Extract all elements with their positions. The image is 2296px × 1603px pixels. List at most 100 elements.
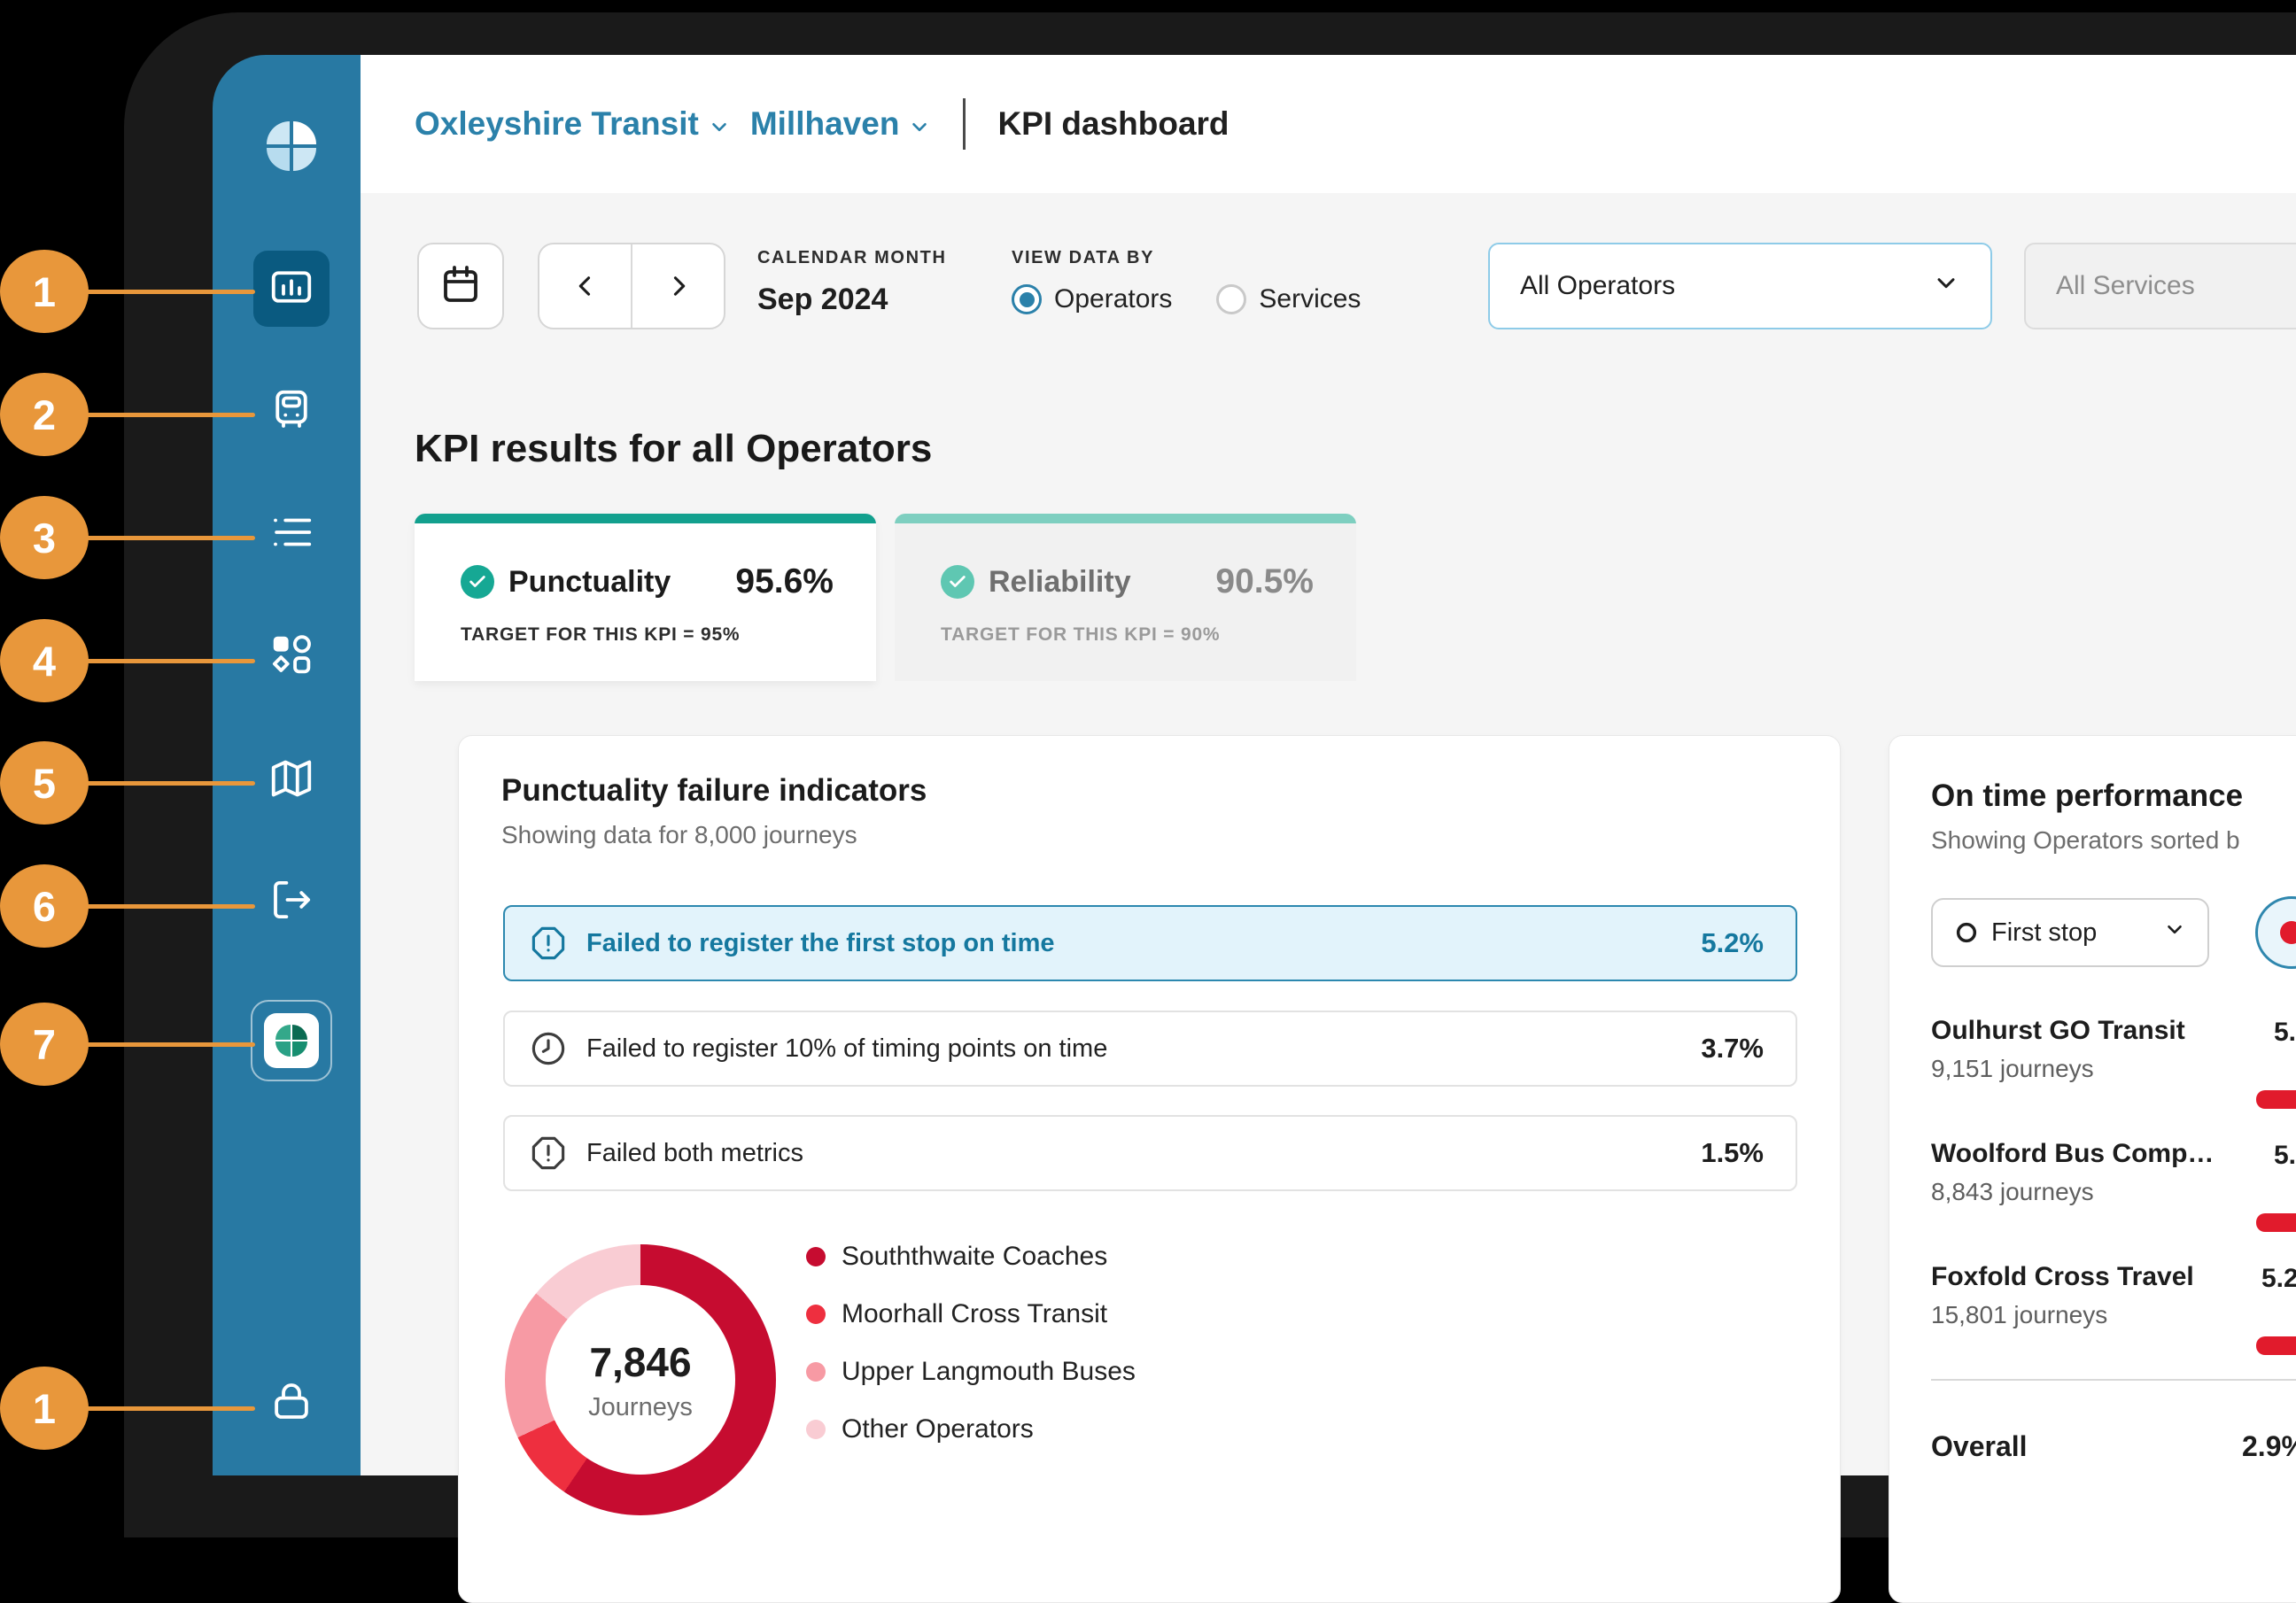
sidebar-item-vehicles[interactable] xyxy=(253,374,330,450)
tab-target: TARGET FOR THIS KPI = 95% xyxy=(461,624,834,646)
operator-dropdown[interactable]: Oxleyshire Transit xyxy=(415,105,731,143)
calendar-month-group: CALENDAR MONTH Sep 2024 xyxy=(757,248,947,317)
chevron-down-icon xyxy=(708,115,731,138)
calendar-icon xyxy=(439,263,482,310)
sidebar-item-services-list[interactable] xyxy=(253,496,330,572)
failure-row-first-stop[interactable]: Failed to register the first stop on tim… xyxy=(503,905,1797,981)
chevron-down-icon xyxy=(1932,268,1960,304)
donut-legend: Souththwaite Coaches Moorhall Cross Tran… xyxy=(806,1237,1136,1449)
chevron-down-icon xyxy=(2163,918,2186,948)
failure-row-label: Failed to register 10% of timing points … xyxy=(586,1034,1107,1064)
sort-by-select-value: First stop xyxy=(1991,918,2097,948)
list-icon xyxy=(268,508,315,561)
callout-badge-3: 3 xyxy=(0,496,89,579)
tab-accent-bar xyxy=(415,514,876,523)
legend-dot xyxy=(806,1420,826,1439)
callout-line xyxy=(83,904,255,909)
callout-line xyxy=(83,781,255,786)
overall-label: Overall xyxy=(1931,1430,2028,1463)
legend-item: Other Operators xyxy=(806,1410,1136,1449)
all-operators-select-value: All Operators xyxy=(1520,271,1675,301)
operator-name[interactable]: Foxfold Cross Travel xyxy=(1931,1262,2194,1292)
legend-item: Souththwaite Coaches xyxy=(806,1237,1136,1276)
legend-label: Upper Langmouth Buses xyxy=(842,1357,1136,1387)
callout-badge-1: 1 xyxy=(0,250,89,333)
operators-radio[interactable] xyxy=(1012,284,1042,314)
legend-item: Moorhall Cross Transit xyxy=(806,1295,1136,1334)
octagon-alert-icon xyxy=(530,925,567,962)
partner-app-icon xyxy=(264,1013,319,1068)
journeys-donut: 7,846 Journeys xyxy=(505,1244,776,1515)
tab-target: TARGET FOR THIS KPI = 90% xyxy=(941,624,1314,646)
operator-journeys: 15,801 journeys xyxy=(1931,1301,2107,1329)
stop-circle-icon xyxy=(1954,920,1979,945)
next-month-button[interactable] xyxy=(632,244,724,328)
operator-bar xyxy=(2256,1336,2296,1355)
services-radio-label: Services xyxy=(1259,284,1361,314)
chevron-down-icon xyxy=(908,115,931,138)
operator-pct: 5. xyxy=(2274,1141,2296,1171)
card-subtitle: Showing Operators sorted b xyxy=(1931,826,2243,855)
breadcrumb-divider xyxy=(963,98,966,150)
sign-out-icon xyxy=(268,876,315,928)
sidebar-item-kpi-dashboard[interactable] xyxy=(253,251,330,327)
callout-line xyxy=(83,413,255,417)
operator-bar xyxy=(2256,1090,2296,1109)
legend-dot xyxy=(806,1305,826,1324)
calendar-month-label: CALENDAR MONTH xyxy=(757,248,947,268)
chart-panel-icon xyxy=(268,263,315,315)
tab-punctuality[interactable]: Punctuality 95.6% TARGET FOR THIS KPI = … xyxy=(415,514,876,681)
services-radio[interactable] xyxy=(1216,284,1246,314)
overall-value: 2.9% xyxy=(2242,1430,2296,1463)
callout-badge-6: 6 xyxy=(0,864,89,948)
failure-row-value: 3.7% xyxy=(1701,1033,1764,1065)
calendar-button[interactable] xyxy=(417,243,504,329)
legend-dot xyxy=(806,1362,826,1382)
calendar-month-value: Sep 2024 xyxy=(757,283,947,317)
failure-row-value: 1.5% xyxy=(1701,1137,1764,1169)
operator-name[interactable]: Woolford Bus Comp… xyxy=(1931,1139,2214,1169)
sidebar-item-map[interactable] xyxy=(253,742,330,818)
card-title: On time performance xyxy=(1931,778,2243,814)
previous-month-button[interactable] xyxy=(539,244,632,328)
callout-badge-5: 5 xyxy=(0,741,89,825)
legend-label: Other Operators xyxy=(842,1414,1034,1444)
sidebar-item-apps[interactable] xyxy=(253,618,330,694)
callout-line xyxy=(83,1042,255,1047)
callout-badge-7: 7 xyxy=(0,1003,89,1086)
operator-name[interactable]: Oulhurst GO Transit xyxy=(1931,1016,2185,1046)
sidebar-item-sign-out[interactable] xyxy=(253,863,330,940)
failure-row-timing-points[interactable]: Failed to register 10% of timing points … xyxy=(503,1011,1797,1087)
area-dropdown[interactable]: Millhaven xyxy=(750,105,932,143)
operator-pct: 5. xyxy=(2274,1018,2296,1048)
failure-row-both-metrics[interactable]: Failed both metrics 1.5% xyxy=(503,1115,1797,1191)
map-icon xyxy=(268,755,315,807)
sidebar-item-lock[interactable] xyxy=(253,1365,330,1441)
legend-label: Souththwaite Coaches xyxy=(842,1242,1107,1272)
tab-reliability[interactable]: Reliability 90.5% TARGET FOR THIS KPI = … xyxy=(895,514,1356,681)
tab-value: 95.6% xyxy=(735,562,834,601)
legend-item: Upper Langmouth Buses xyxy=(806,1352,1136,1391)
view-data-by-label: VIEW DATA BY xyxy=(1012,248,1361,268)
operator-pct: 5.2 xyxy=(2261,1264,2296,1294)
donut-center-label: Journeys xyxy=(588,1393,693,1422)
legend-label: Moorhall Cross Transit xyxy=(842,1299,1107,1329)
callout-line xyxy=(83,659,255,663)
all-operators-select[interactable]: All Operators xyxy=(1488,243,1992,329)
operator-journeys: 8,843 journeys xyxy=(1931,1178,2094,1206)
page-title: KPI dashboard xyxy=(997,105,1229,143)
app-logo-icon[interactable] xyxy=(263,118,320,174)
tab-label: Reliability xyxy=(989,565,1131,600)
sidebar-item-partner-app[interactable] xyxy=(251,1000,332,1081)
metric-toggle-chip[interactable] xyxy=(2255,896,2296,969)
check-circle-icon xyxy=(941,565,974,599)
card-title: Punctuality failure indicators xyxy=(501,773,927,809)
failure-row-label: Failed both metrics xyxy=(586,1139,803,1168)
sort-by-select[interactable]: First stop xyxy=(1931,898,2209,967)
octagon-alert-icon xyxy=(530,1134,567,1172)
all-services-select[interactable]: All Services xyxy=(2024,243,2296,329)
bus-icon xyxy=(268,386,315,438)
donut-center-value: 7,846 xyxy=(589,1338,691,1386)
callout-line xyxy=(83,1406,255,1411)
operator-journeys: 9,151 journeys xyxy=(1931,1055,2094,1083)
